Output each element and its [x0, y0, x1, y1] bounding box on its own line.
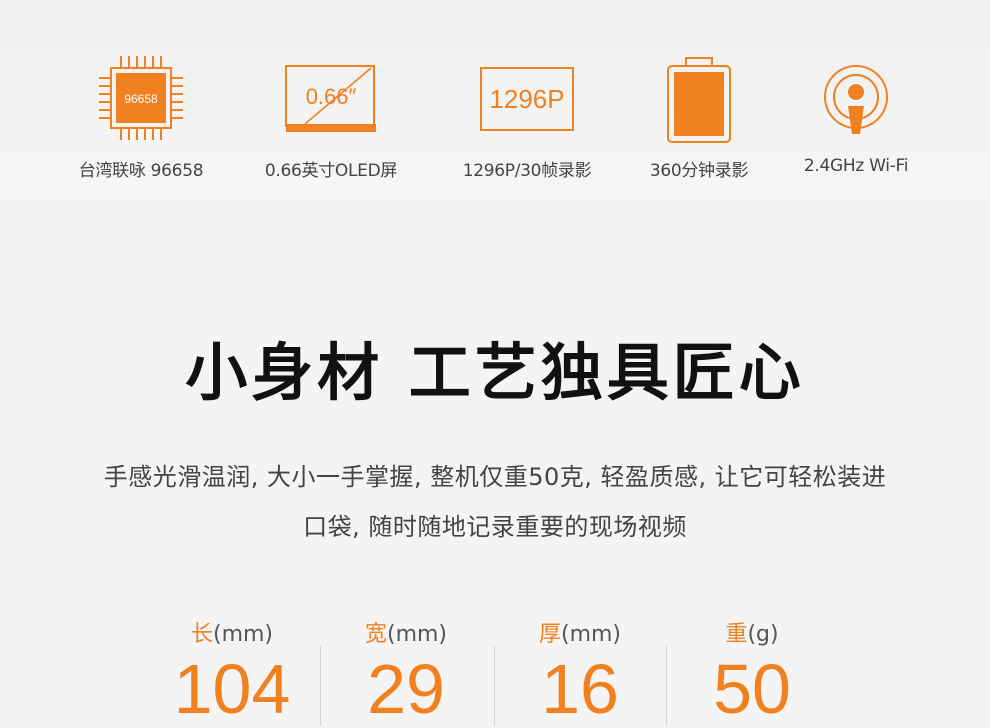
feature-label: 台湾联咏 96658	[78, 161, 204, 181]
feature-label: 0.66英寸OLED屏	[264, 161, 398, 181]
description-line-1: 手感光滑温润, 大小一手掌握, 整机仅重50克, 轻盈质感, 让它可轻松装进	[103, 463, 887, 491]
wifi-icon	[771, 52, 941, 144]
chip-text: 96658	[124, 92, 158, 106]
screen-icon: 0.66″	[246, 52, 416, 144]
feature-wifi: 2.4GHz Wi-Fi	[771, 52, 941, 176]
spec-width: 宽(mm) 29	[320, 616, 492, 724]
spec-value: 29	[367, 650, 445, 728]
spec-value: 50	[713, 650, 791, 728]
spec-unit: (g)	[747, 622, 779, 647]
spec-thickness: 厚(mm) 16	[494, 616, 666, 724]
spec-label: 宽	[364, 622, 387, 647]
description-line-2: 口袋, 随时随地记录重要的现场视频	[303, 513, 687, 541]
spec-label: 长	[190, 622, 213, 647]
spec-label: 厚	[538, 622, 561, 647]
spec-value: 104	[173, 650, 291, 728]
screen-text: 0.66″	[305, 84, 357, 109]
chip-icon: 96658	[56, 52, 226, 144]
feature-label: 2.4GHz Wi-Fi	[803, 156, 909, 176]
spec-caption: 宽(mm)	[320, 616, 492, 648]
spec-caption: 长(mm)	[146, 616, 318, 648]
spec-length: 长(mm) 104	[146, 616, 318, 724]
feature-screen: 0.66″ 0.66英寸OLED屏	[246, 52, 416, 181]
feature-battery: 360分钟录影	[614, 52, 784, 181]
feature-resolution: 1296P 1296P/30帧录影	[442, 52, 612, 181]
spec-caption: 重(g)	[666, 616, 838, 648]
spec-weight: 重(g) 50	[666, 616, 838, 724]
spec-label: 重	[725, 622, 748, 647]
description: 手感光滑温润, 大小一手掌握, 整机仅重50克, 轻盈质感, 让它可轻松装进 口…	[50, 452, 940, 552]
battery-icon	[614, 52, 784, 144]
spec-caption: 厚(mm)	[494, 616, 666, 648]
feature-label: 360分钟录影	[649, 161, 749, 181]
spec-value: 16	[541, 650, 619, 728]
spec-unit: (mm)	[386, 622, 448, 647]
spec-unit: (mm)	[560, 622, 622, 647]
feature-chip: 96658 台湾联咏 96658	[56, 52, 226, 181]
feature-label: 1296P/30帧录影	[462, 161, 592, 181]
resolution-text: 1296P	[489, 84, 565, 114]
headline: 小身材 工艺独具匠心	[185, 336, 805, 409]
feature-strip: 96658 台湾联咏 96658 0.66″ 0.66英寸OLED屏 1296P…	[0, 0, 990, 200]
resolution-icon: 1296P	[442, 52, 612, 144]
spec-unit: (mm)	[212, 622, 274, 647]
